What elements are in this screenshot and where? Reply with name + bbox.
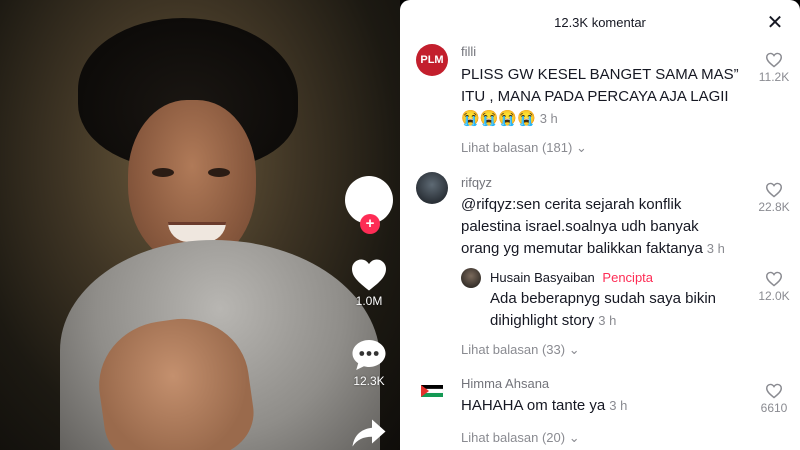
comment-text-line: PLISS GW KESEL BANGET SAMA MAS”	[461, 66, 739, 83]
comment-like-button[interactable]: 11.2K	[754, 52, 794, 84]
view-replies-label: Lihat balasan (33)	[461, 342, 566, 357]
view-replies-label: Lihat balasan (20)	[461, 430, 566, 445]
comment-like-button[interactable]: 12.0K	[754, 271, 794, 303]
reply-text-line: dihighlight story	[490, 312, 595, 329]
comment-text-line: ITU , MANA PADA PERCAYA AJA LAGII	[461, 88, 729, 105]
comment-text-line: @rifqyz:sen cerita sejarah konflik	[461, 196, 682, 213]
heart-outline-icon[interactable]	[765, 52, 783, 68]
comment-like-count: 12.0K	[758, 289, 790, 303]
view-replies-link[interactable]: Lihat balasan (20) ⌄	[461, 430, 580, 446]
chevron-down-icon: ⌄	[568, 342, 580, 357]
user-avatar[interactable]	[416, 375, 448, 407]
comment-like-count: 11.2K	[758, 70, 790, 84]
comment-item: rifqyz @rifqyz:sen cerita sejarah konfli…	[400, 172, 800, 262]
comment-text: @rifqyz:sen cerita sejarah konflik pales…	[461, 194, 746, 260]
like-button[interactable]: 1.0M	[338, 258, 400, 308]
comment-time: 3 h	[706, 241, 725, 256]
comment-like-count: 22.8K	[758, 200, 790, 214]
comment-item: PLM filli PLISS GW KESEL BANGET SAMA MAS…	[400, 44, 800, 159]
heart-outline-icon[interactable]	[765, 383, 783, 399]
comment-time: 3 h	[609, 398, 628, 413]
creator-badge: Pencipta	[602, 270, 654, 285]
comments-panel: 12.3K komentar ✕ PLM filli PLISS GW KESE…	[400, 0, 800, 450]
comment-item: Himma Ahsana HAHAHA om tante ya 3 h 6610 …	[400, 375, 800, 450]
comment-text: HAHAHA om tante ya 3 h	[461, 395, 746, 417]
reply-text-line: Ada beberapnyg sudah saya bikin	[490, 290, 716, 307]
comments-title: 12.3K komentar	[554, 15, 646, 30]
avatar-logo-text: PLM	[420, 54, 444, 66]
comment-username[interactable]: filli	[461, 44, 476, 59]
comment-bubble-icon[interactable]	[351, 338, 387, 372]
comment-text-line: HAHAHA om tante ya	[461, 397, 606, 414]
comment-like-button[interactable]: 22.8K	[754, 182, 794, 214]
comment-time: 3 h	[539, 111, 558, 126]
comment-emoji: 😭😭😭😭	[461, 110, 536, 127]
close-icon[interactable]: ✕	[764, 12, 786, 34]
comment-count: 12.3K	[353, 374, 385, 388]
comment-like-count: 6610	[760, 401, 788, 415]
heart-icon[interactable]	[350, 258, 388, 292]
heart-outline-icon[interactable]	[765, 271, 783, 287]
reply-item: Husain Basyaiban Pencipta Ada beberapnyg…	[400, 266, 800, 362]
comments-header: 12.3K komentar ✕	[400, 0, 800, 40]
video-player[interactable]: + 1.0M 12.3K	[0, 0, 400, 450]
share-button[interactable]	[338, 418, 400, 448]
view-replies-link[interactable]: Lihat balasan (181) ⌄	[461, 140, 587, 156]
heart-outline-icon[interactable]	[765, 182, 783, 198]
comment-time: 3 h	[598, 313, 617, 328]
view-replies-label: Lihat balasan (181)	[461, 140, 573, 155]
comment-text-line: orang yg memutar balikkan faktanya	[461, 240, 703, 257]
chevron-down-icon: ⌄	[568, 430, 580, 445]
comment-username[interactable]: Himma Ahsana	[461, 376, 549, 391]
follow-plus-icon[interactable]: +	[360, 214, 380, 234]
person-eye	[208, 168, 230, 177]
person-eye	[152, 168, 174, 177]
reply-text: Ada beberapnyg sudah saya bikin dihighli…	[490, 288, 740, 332]
creator-avatar-button[interactable]: +	[338, 176, 400, 234]
chevron-down-icon: ⌄	[575, 140, 587, 155]
comment-button[interactable]: 12.3K	[338, 338, 400, 388]
user-avatar[interactable]	[416, 172, 448, 204]
view-replies-link[interactable]: Lihat balasan (33) ⌄	[461, 342, 580, 358]
comment-text: PLISS GW KESEL BANGET SAMA MAS” ITU , MA…	[461, 64, 746, 130]
share-arrow-icon[interactable]	[351, 418, 387, 448]
flag-icon	[420, 385, 444, 397]
comment-username[interactable]: rifqyz	[461, 175, 492, 190]
user-avatar[interactable]	[461, 268, 481, 288]
comment-like-button[interactable]: 6610	[754, 383, 794, 415]
comment-text-line: palestina israel.soalnya udh banyak	[461, 218, 699, 235]
like-count: 1.0M	[355, 294, 383, 308]
reply-username-text: Husain Basyaiban	[490, 270, 595, 285]
reply-username[interactable]: Husain Basyaiban Pencipta	[490, 270, 653, 285]
user-avatar[interactable]: PLM	[416, 44, 448, 76]
